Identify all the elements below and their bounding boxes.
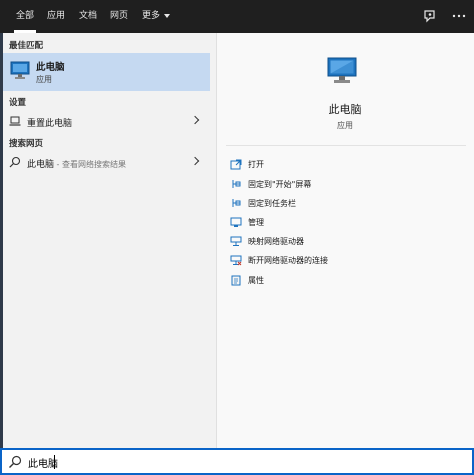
settings-item-label: 重置此电脑 (27, 119, 73, 129)
action-properties[interactable]: 属性 (230, 273, 430, 289)
pin-taskbar-icon (232, 199, 241, 207)
preview-divider (226, 145, 466, 146)
search-icon (9, 156, 21, 168)
manage-icon (230, 217, 242, 227)
background-strip (0, 33, 3, 448)
best-match-title: 此电脑 (36, 62, 65, 73)
preview-title: 此电脑 (328, 103, 362, 116)
properties-icon (231, 275, 241, 286)
action-open[interactable]: 打开 (230, 157, 430, 173)
tab-more-label: 更多 (141, 11, 160, 21)
action-disconnect-drive[interactable]: 断开网络驱动器的连接 (230, 253, 430, 269)
settings-item-reset-pc[interactable]: 重置此电脑 (3, 111, 210, 131)
text-caret (54, 455, 55, 469)
action-pin-taskbar-label: 固定到任务栏 (248, 199, 296, 208)
laptop-icon (9, 116, 21, 126)
chevron-down-icon (164, 13, 170, 18)
action-pin-start-label: 固定到"开始"屏幕 (248, 180, 312, 189)
tab-all-label: 全部 (15, 11, 34, 21)
open-icon (230, 159, 242, 170)
tab-all[interactable]: 全部 (10, 0, 40, 33)
settings-heading: 设置 (9, 98, 27, 108)
feedback-icon[interactable] (422, 8, 438, 24)
action-map-drive-label: 映射网络驱动器 (248, 237, 304, 246)
tab-documents-label: 文档 (78, 11, 97, 21)
disconnect-drive-icon (230, 255, 242, 266)
chevron-right-icon[interactable] (190, 156, 200, 166)
best-match-item[interactable]: 此电脑 应用 (3, 53, 210, 91)
action-open-label: 打开 (248, 160, 264, 169)
best-match-subtitle: 应用 (36, 75, 52, 84)
preview-subtitle: 应用 (337, 121, 353, 130)
action-disconnect-drive-label: 断开网络驱动器的连接 (248, 256, 328, 265)
results-panel (0, 33, 216, 448)
computer-icon (10, 61, 30, 79)
tab-documents[interactable]: 文档 (75, 0, 101, 33)
tab-web-label: 网页 (109, 11, 128, 21)
action-map-drive[interactable]: 映射网络驱动器 (230, 234, 430, 250)
web-search-label: 此电脑 - 查看网络搜索结果 (27, 157, 126, 170)
computer-large-icon (327, 57, 357, 83)
action-properties-label: 属性 (248, 276, 264, 285)
action-pin-start[interactable]: 固定到"开始"屏幕 (230, 177, 430, 193)
search-icon (9, 455, 22, 468)
best-match-heading: 最佳匹配 (9, 41, 44, 51)
more-options-icon[interactable] (451, 8, 467, 24)
action-manage-label: 管理 (248, 218, 264, 227)
action-manage[interactable]: 管理 (230, 215, 430, 231)
web-search-query: 此电脑 (27, 160, 55, 170)
tab-web[interactable]: 网页 (106, 0, 132, 33)
web-search-item[interactable]: 此电脑 - 查看网络搜索结果 (3, 152, 210, 172)
map-drive-icon (230, 236, 242, 246)
tab-apps[interactable]: 应用 (43, 0, 69, 33)
tab-more[interactable]: 更多 (138, 0, 174, 33)
web-search-suffix: - 查看网络搜索结果 (54, 160, 126, 169)
web-heading: 搜索网页 (9, 139, 44, 149)
pin-start-icon (232, 180, 241, 188)
search-filter-bar: 全部 应用 文档 网页 更多 (0, 0, 474, 33)
chevron-right-icon[interactable] (190, 115, 200, 125)
search-box[interactable]: 此电脑 (0, 448, 474, 475)
tab-apps-label: 应用 (46, 11, 65, 21)
action-pin-taskbar[interactable]: 固定到任务栏 (230, 196, 430, 212)
